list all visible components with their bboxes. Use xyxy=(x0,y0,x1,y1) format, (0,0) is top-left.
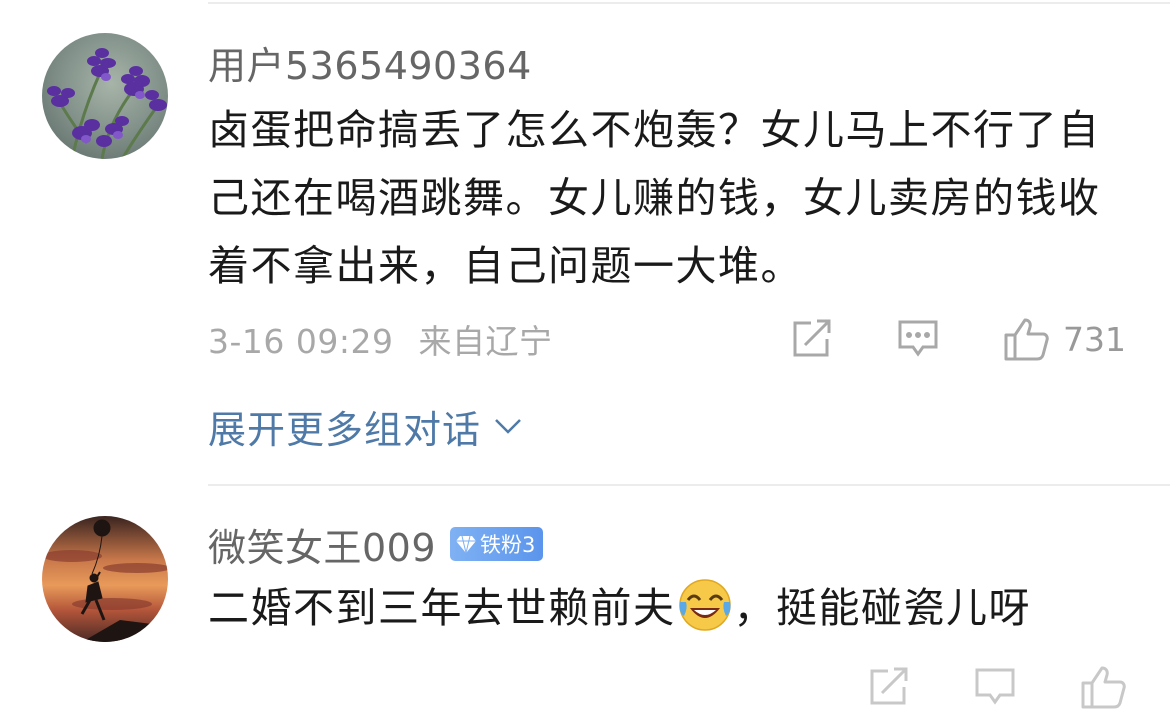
reply-button[interactable] xyxy=(897,319,939,359)
thumbs-up-icon xyxy=(1081,666,1126,709)
username[interactable]: 用户5365490364 xyxy=(208,35,532,90)
fan-badge-label: 铁粉3 xyxy=(480,533,536,557)
comment-icon xyxy=(898,320,938,357)
comment-icon xyxy=(975,668,1015,705)
share-icon xyxy=(793,319,831,357)
share-icon xyxy=(870,667,908,705)
avatar[interactable] xyxy=(42,516,168,642)
comment-item: 用户5365490364 卤蛋把命搞丢了怎么不炮轰？女儿马上不行了自己还在喝酒跳… xyxy=(0,0,1170,484)
like-count: 731 xyxy=(1063,319,1126,359)
comment-time: 3-16 09:29 来自辽宁 xyxy=(208,322,553,361)
like-button[interactable]: 731 xyxy=(1003,317,1126,361)
avatar[interactable] xyxy=(42,33,168,159)
comment-text: 二婚不到三年去世赖前夫 ，挺能碰瓷儿呀 xyxy=(208,574,1138,642)
diamond-icon xyxy=(456,535,477,554)
username[interactable]: 微笑女王009 xyxy=(208,517,436,572)
comment-meta: 3-16 09:29 来自辽宁 731 xyxy=(208,314,1126,364)
fan-badge: 铁粉3 xyxy=(450,527,544,561)
comment-actions: 731 xyxy=(791,314,1126,364)
expand-conversation-link[interactable]: 展开更多组对话 xyxy=(208,398,523,454)
comment-item: 微笑女王009 铁粉3 二婚不到三年去世赖前夫 ，挺能碰瓷儿呀 xyxy=(0,486,1170,709)
comment-text-part: 二婚不到三年去世赖前夫 xyxy=(208,584,676,632)
comment-text-part: ，挺能碰瓷儿呀 xyxy=(733,584,1031,632)
username-row: 微笑女王009 铁粉3 xyxy=(208,517,544,572)
expand-label: 展开更多组对话 xyxy=(208,407,482,452)
share-button[interactable] xyxy=(791,319,833,359)
comment-meta xyxy=(208,662,1126,712)
comment-actions xyxy=(868,662,1126,712)
reply-button[interactable] xyxy=(974,667,1016,707)
thumbs-up-icon xyxy=(1004,318,1049,361)
share-button[interactable] xyxy=(868,667,910,707)
like-button[interactable] xyxy=(1080,665,1126,709)
chevron-down-icon xyxy=(495,419,521,434)
laugh-cry-emoji-icon xyxy=(678,578,732,632)
comment-text: 卤蛋把命搞丢了怎么不炮轰？女儿马上不行了自己还在喝酒跳舞。女儿赚的钱，女儿卖房的… xyxy=(208,106,1101,290)
username-row: 用户5365490364 xyxy=(208,36,532,88)
